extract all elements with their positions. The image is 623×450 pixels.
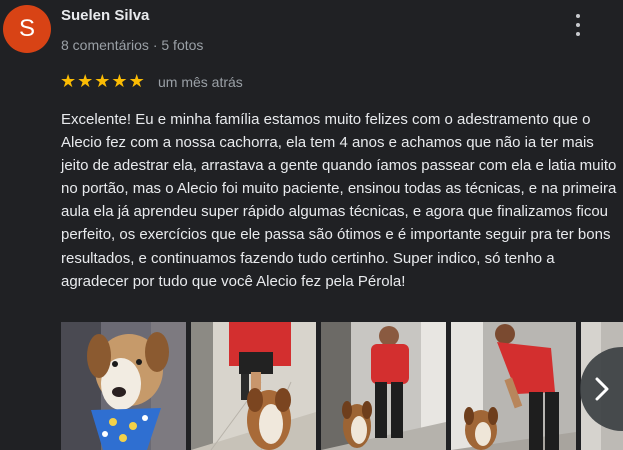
more-vert-icon-dot — [576, 14, 580, 18]
star-rating: ★ ★ ★ ★ ★ — [60, 71, 145, 91]
more-vert-icon-dot — [576, 23, 580, 27]
photo-trainer-standing-dog[interactable] — [321, 322, 446, 450]
avatar[interactable]: S — [3, 5, 51, 53]
author-name[interactable]: Suelen Silva — [61, 7, 149, 24]
star-icon: ★ — [60, 71, 77, 91]
more-options-button[interactable] — [568, 14, 588, 36]
chevron-right-icon — [595, 377, 608, 401]
star-icon: ★ — [94, 71, 111, 91]
star-icon: ★ — [77, 71, 94, 91]
review-date: um mês atrás — [158, 74, 243, 90]
photo-dog-bandana[interactable] — [61, 322, 186, 450]
review-text: Excelente! Eu e minha família estamos mu… — [61, 111, 617, 290]
photo-strip — [61, 322, 623, 450]
author-meta: 8 comentários · 5 fotos — [61, 37, 204, 53]
avatar-initial: S — [18, 15, 35, 42]
more-vert-icon-dot — [576, 32, 580, 36]
photo-trainer-dog-floor[interactable] — [191, 322, 316, 450]
star-icon: ★ — [128, 71, 145, 91]
star-icon: ★ — [111, 71, 128, 91]
photo-trainer-hallway-dog[interactable] — [451, 322, 576, 450]
